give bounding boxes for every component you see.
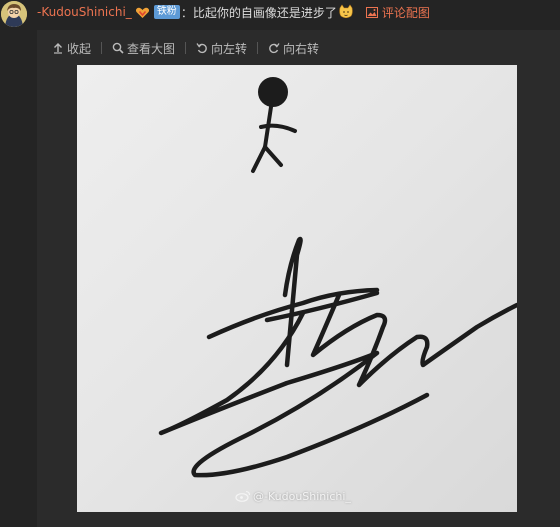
comment-text: 比起你的自画像还是进步了 bbox=[192, 5, 337, 20]
image-toolbar: 收起 查看大图 向左转 向右转 bbox=[52, 39, 319, 57]
rotate-left-button[interactable]: 向左转 bbox=[196, 40, 247, 57]
picture-icon bbox=[365, 6, 378, 18]
view-large-button[interactable]: 查看大图 bbox=[112, 40, 175, 57]
avatar[interactable] bbox=[1, 1, 27, 27]
magnifier-icon bbox=[112, 42, 124, 54]
rotate-left-icon bbox=[196, 42, 208, 54]
comment-username[interactable]: -KudouShinichi_ bbox=[37, 5, 132, 19]
collapse-label: 收起 bbox=[67, 41, 92, 56]
toolbar-divider bbox=[257, 42, 259, 54]
toolbar-divider bbox=[185, 42, 187, 54]
fan-badge: 铁粉 bbox=[153, 5, 180, 19]
left-gutter bbox=[0, 0, 36, 527]
comment-line: -KudouShinichi_ 铁粉 ： 比起你的自画像还是进步了 评论配图 bbox=[37, 3, 430, 21]
toolbar-divider bbox=[101, 42, 103, 54]
comment-photo[interactable]: @-KudouShinichi_ bbox=[77, 65, 517, 512]
rotate-right-icon bbox=[268, 42, 280, 54]
watermark-text: @-KudouShinichi_ bbox=[253, 490, 351, 503]
image-panel: 收起 查看大图 向左转 向右转 @-KudouShinichi_ bbox=[37, 30, 560, 527]
weibo-logo-icon bbox=[235, 490, 251, 503]
image-watermark: @-KudouShinichi_ bbox=[235, 490, 351, 503]
rotate-left-label: 向左转 bbox=[211, 41, 248, 56]
pic-comment-link[interactable]: 评论配图 bbox=[365, 4, 430, 21]
comment-colon: ： bbox=[180, 5, 193, 20]
rotate-right-label: 向右转 bbox=[283, 41, 320, 56]
pic-comment-label: 评论配图 bbox=[381, 5, 430, 20]
collapse-button[interactable]: 收起 bbox=[52, 40, 91, 57]
rotate-right-button[interactable]: 向右转 bbox=[268, 40, 319, 57]
vip-icon bbox=[135, 6, 150, 19]
collapse-icon bbox=[52, 42, 64, 54]
signature-drawing bbox=[158, 77, 517, 478]
cat-emoji-icon bbox=[338, 4, 354, 20]
view-large-label: 查看大图 bbox=[127, 41, 176, 56]
